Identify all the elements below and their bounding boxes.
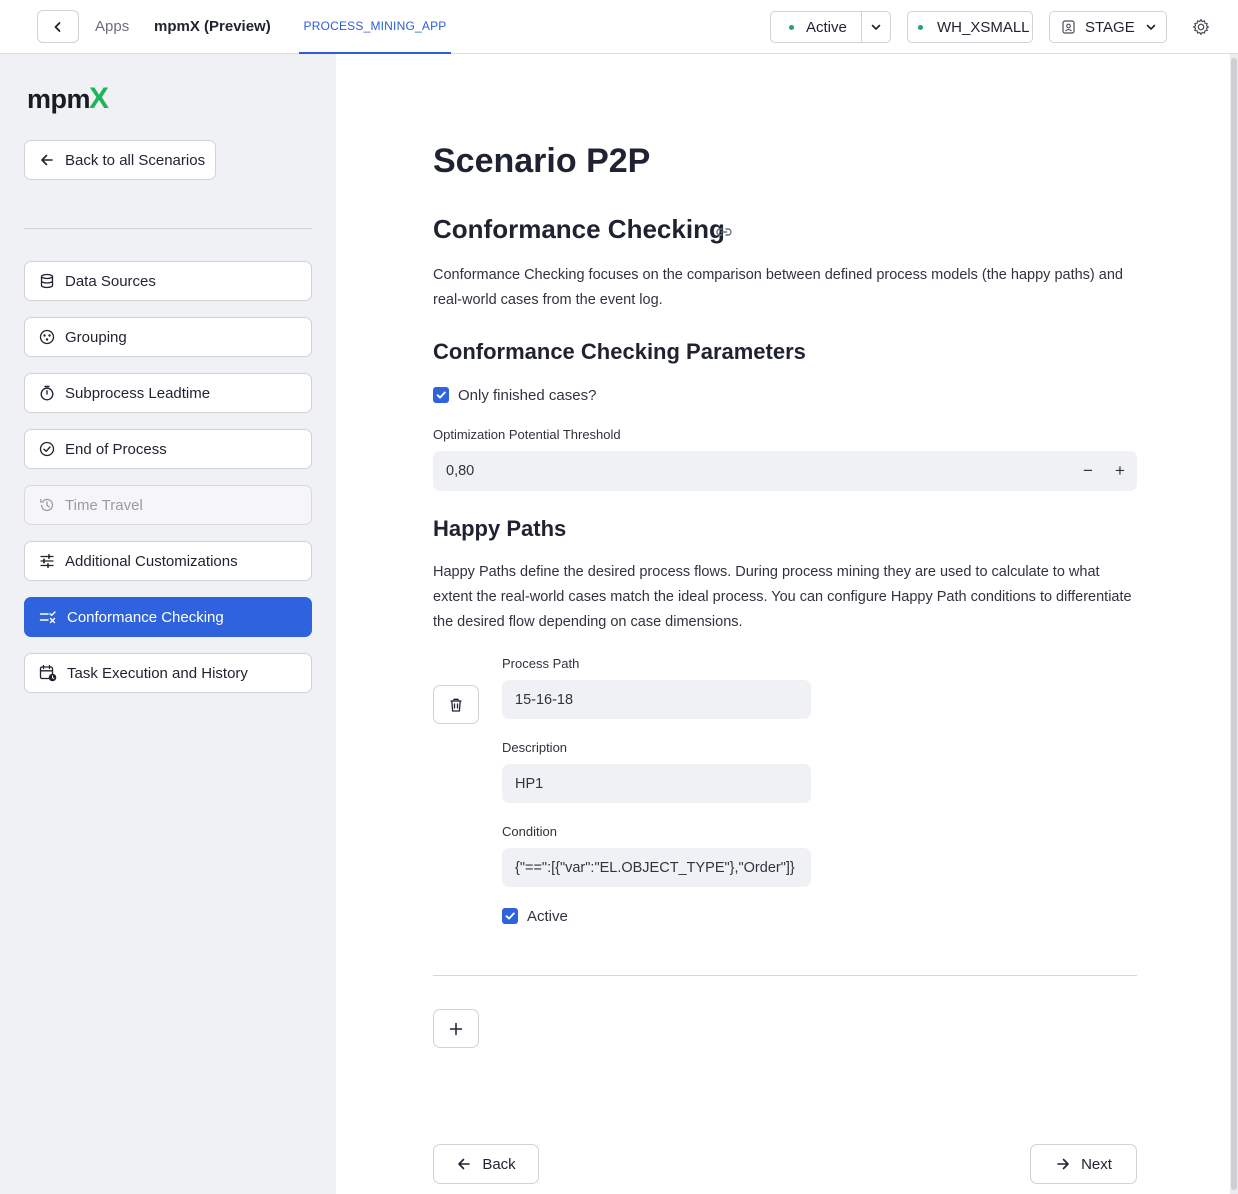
sidebar-item-data-sources[interactable]: Data Sources	[24, 261, 312, 301]
plus-icon: +	[1115, 461, 1125, 480]
back-button[interactable]: Back	[433, 1144, 539, 1184]
role-label: STAGE	[1085, 18, 1135, 36]
sidebar-item-label: Time Travel	[65, 496, 143, 514]
happy-paths-description: Happy Paths define the desired process f…	[433, 564, 1132, 630]
warehouse-dot-icon	[918, 24, 923, 30]
sidebar-item-time-travel: Time Travel	[24, 485, 312, 525]
breadcrumb-apps[interactable]: Apps	[95, 18, 129, 35]
happy-path-active-label[interactable]: Active	[527, 908, 568, 925]
tab-process-mining-app[interactable]: PROCESS_MINING_APP	[299, 0, 451, 54]
link-icon[interactable]	[715, 223, 733, 241]
gear-icon[interactable]	[1192, 18, 1210, 36]
checkmark-icon	[505, 912, 515, 920]
calendar-clock-icon	[39, 664, 57, 682]
top-bar: Apps mpmX (Preview) PROCESS_MINING_APP A…	[0, 0, 1238, 54]
logo-text: mpm	[27, 84, 91, 114]
sidebar-item-conformance-checking[interactable]: Conformance Checking	[24, 597, 312, 637]
scrollbar-thumb[interactable]	[1231, 58, 1237, 1190]
sidebar-item-end-of-process[interactable]: End of Process	[24, 429, 312, 469]
tab-label: PROCESS_MINING_APP	[303, 19, 447, 33]
process-path-input[interactable]: 15-16-18	[502, 680, 811, 719]
sidebar-item-label: Grouping	[65, 328, 127, 346]
process-path-label: Process Path	[502, 656, 580, 671]
trash-icon	[450, 698, 462, 712]
next-button[interactable]: Next	[1030, 1144, 1137, 1184]
sidebar-item-label: End of Process	[65, 440, 167, 458]
process-path-value: 15-16-18	[515, 691, 574, 708]
chevron-down-icon	[871, 24, 881, 30]
role-selector[interactable]: STAGE	[1049, 11, 1167, 43]
back-chevron-button[interactable]	[37, 10, 79, 43]
add-happy-path-button[interactable]	[433, 1009, 479, 1048]
sidebar-item-label: Task Execution and History	[67, 664, 248, 682]
plus-icon	[449, 1022, 463, 1035]
checkmark-icon	[436, 391, 446, 399]
threshold-increment-button[interactable]: +	[1104, 451, 1136, 491]
back-button-label: Back	[482, 1155, 516, 1173]
arrow-left-icon	[41, 154, 53, 166]
back-to-scenarios-label: Back to all Scenarios	[65, 151, 206, 169]
only-finished-label[interactable]: Only finished cases?	[458, 387, 596, 404]
happy-paths-title: Happy Paths	[433, 516, 567, 541]
sidebar-divider	[24, 228, 312, 229]
status-dot-icon	[789, 24, 794, 30]
sidebar-item-additional-customizations[interactable]: Additional Customizations	[24, 541, 312, 581]
condition-input[interactable]: {"==":[{"var":"EL.OBJECT_TYPE"},"Order"]…	[502, 848, 811, 887]
status-label: Active	[806, 18, 847, 36]
happy-path-active-checkbox[interactable]	[502, 908, 518, 924]
section-description: Conformance Checking focuses on the comp…	[433, 267, 1123, 308]
condition-value: {"==":[{"var":"EL.OBJECT_TYPE"},"Order"]…	[515, 859, 795, 876]
chevron-down-icon	[1146, 24, 1156, 30]
threshold-value: 0,80	[446, 463, 475, 479]
main-scrollbar[interactable]	[1230, 54, 1238, 1194]
history-icon	[40, 498, 54, 512]
chevron-left-icon	[54, 21, 61, 32]
arrow-left-icon	[458, 1158, 471, 1170]
only-finished-checkbox[interactable]	[433, 387, 449, 403]
sidebar-item-grouping[interactable]: Grouping	[24, 317, 312, 357]
description-label: Description	[502, 740, 568, 755]
sidebar: mpmX Back to all Scenarios Data Sources …	[0, 54, 336, 1194]
status-button[interactable]: Active	[770, 11, 862, 43]
page-title: Scenario P2P	[433, 142, 651, 180]
delete-happy-path-button[interactable]	[433, 685, 479, 724]
back-to-scenarios-button[interactable]: Back to all Scenarios	[24, 140, 216, 180]
sidebar-item-label: Subprocess Leadtime	[65, 384, 211, 402]
grouping-icon	[39, 329, 55, 345]
minus-icon: −	[1083, 461, 1093, 480]
database-icon	[40, 273, 54, 289]
threshold-decrement-button[interactable]: −	[1072, 451, 1104, 491]
user-badge-icon	[1062, 20, 1075, 34]
sidebar-item-label: Conformance Checking	[67, 608, 224, 626]
timer-icon	[40, 385, 54, 401]
logo-accent: X	[89, 82, 109, 115]
sidebar-item-subprocess-leadtime[interactable]: Subprocess Leadtime	[24, 373, 312, 413]
checklist-icon	[39, 611, 56, 624]
description-input[interactable]: HP1	[502, 764, 811, 803]
breadcrumb-app-name: mpmX (Preview)	[154, 18, 271, 35]
check-circle-icon	[39, 441, 55, 457]
params-title: Conformance Checking Parameters	[433, 339, 806, 364]
sidebar-item-label: Data Sources	[65, 272, 156, 290]
warehouse-selector[interactable]: WH_XSMALL	[907, 11, 1033, 43]
threshold-input[interactable]: 0,80 − +	[433, 451, 1137, 491]
threshold-label: Optimization Potential Threshold	[433, 427, 621, 442]
description-value: HP1	[515, 775, 544, 792]
main-content: Scenario P2P Conformance Checking Confor…	[336, 54, 1230, 1194]
section-divider	[433, 975, 1137, 976]
sidebar-item-label: Additional Customizations	[65, 552, 238, 570]
condition-label: Condition	[502, 824, 557, 839]
sliders-icon	[40, 554, 54, 568]
arrow-right-icon	[1057, 1158, 1069, 1170]
next-button-label: Next	[1081, 1155, 1112, 1173]
status-dropdown-button[interactable]	[861, 11, 891, 43]
sidebar-item-task-execution-history[interactable]: Task Execution and History	[24, 653, 312, 693]
warehouse-label: WH_XSMALL	[937, 18, 1030, 36]
section-title: Conformance Checking	[433, 214, 725, 244]
mpmx-logo: mpmX	[27, 82, 109, 116]
